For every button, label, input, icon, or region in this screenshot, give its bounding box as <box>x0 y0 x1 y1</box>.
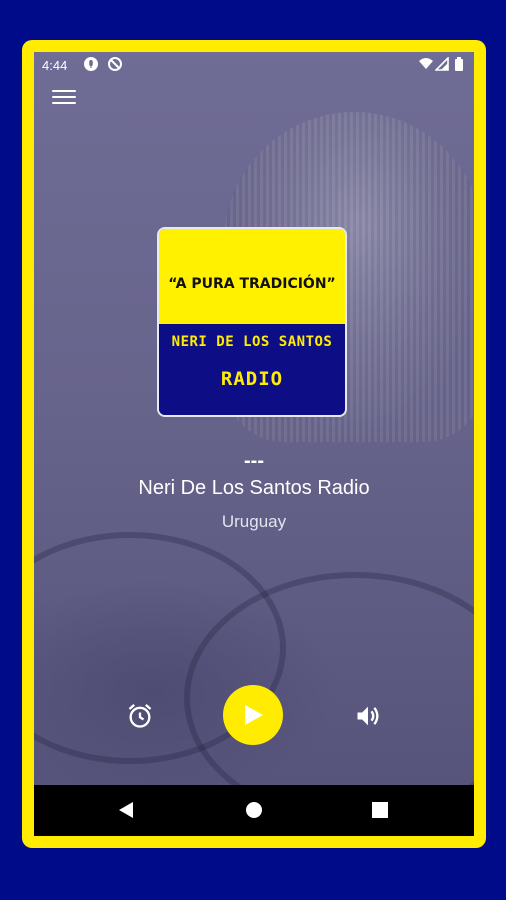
play-icon <box>245 705 263 725</box>
station-name: Neri De Los Santos Radio <box>138 477 370 499</box>
signal-icon <box>435 57 449 71</box>
station-country: Uruguay <box>221 512 287 531</box>
do-not-disturb-icon <box>108 57 122 71</box>
hamburger-menu-icon[interactable] <box>52 86 76 106</box>
back-icon[interactable] <box>118 801 134 819</box>
app-screen: 4:44 “A PURA TRADICIÓN” NERI DE LOS SANT… <box>34 52 474 836</box>
recents-icon[interactable] <box>372 801 388 819</box>
logo-radio-word: RADIO <box>220 368 284 390</box>
status-time: 4:44 <box>42 58 68 73</box>
home-icon[interactable] <box>245 801 263 819</box>
play-button[interactable] <box>223 685 283 745</box>
mic-icon <box>84 57 98 71</box>
track-title: --- <box>244 450 264 472</box>
logo-tagline: “A PURA TRADICIÓN” <box>168 275 336 292</box>
volume-icon[interactable] <box>354 702 382 730</box>
logo-station-name: NERI DE LOS SANTOS <box>171 334 333 350</box>
battery-icon <box>455 57 463 71</box>
logo-bottom-panel: NERI DE LOS SANTOS RADIO <box>159 324 345 415</box>
alarm-clock-icon[interactable] <box>126 702 154 730</box>
wifi-icon <box>419 58 433 69</box>
navigation-bar <box>34 785 474 836</box>
status-bar: 4:44 <box>34 52 474 78</box>
logo-top-panel: “A PURA TRADICIÓN” <box>159 229 345 324</box>
station-logo: “A PURA TRADICIÓN” NERI DE LOS SANTOS RA… <box>157 227 347 417</box>
